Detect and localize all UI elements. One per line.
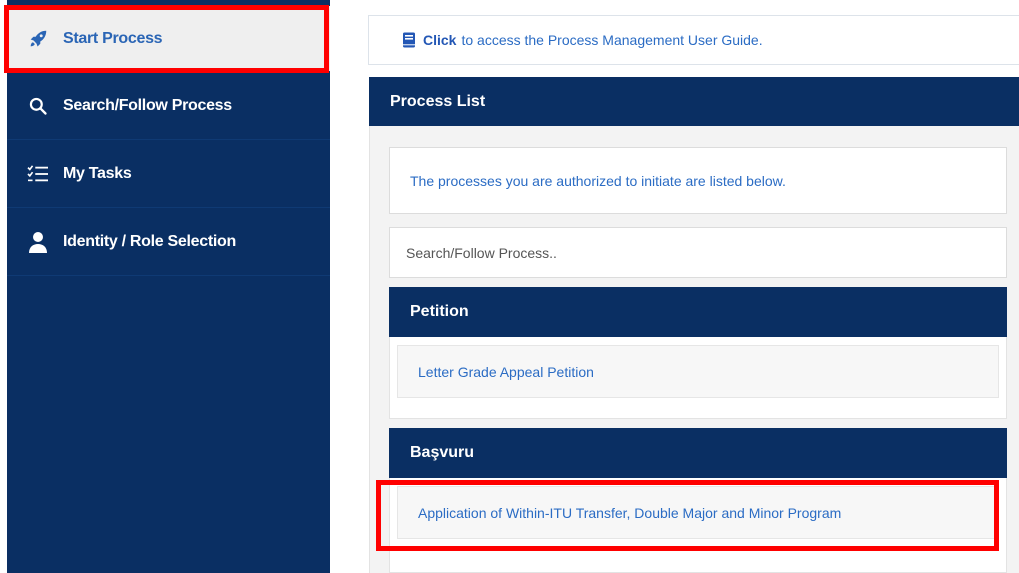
process-item-itu-transfer-application[interactable]: Application of Within-ITU Transfer, Doub… xyxy=(397,486,999,539)
search-process-input[interactable] xyxy=(389,227,1007,278)
group-header-basvuru: Başvuru xyxy=(389,428,1007,478)
sidebar-item-label: My Tasks xyxy=(63,164,132,182)
process-item-label: Application of Within-ITU Transfer, Doub… xyxy=(418,504,842,521)
sidebar-item-label: Search/Follow Process xyxy=(63,96,232,114)
sidebar-item-label: Start Process xyxy=(63,29,163,47)
group-title: Petition xyxy=(410,303,469,320)
process-list-title: Process List xyxy=(390,92,486,110)
book-icon xyxy=(402,32,416,48)
sidebar-item-start-process[interactable]: Start Process xyxy=(7,6,330,72)
process-item-label: Letter Grade Appeal Petition xyxy=(418,363,594,380)
sidebar-item-identity-role[interactable]: Identity / Role Selection xyxy=(7,208,330,276)
sidebar-item-search-follow[interactable]: Search/Follow Process xyxy=(7,72,330,140)
rocket-icon xyxy=(27,28,49,50)
process-item-letter-grade-appeal[interactable]: Letter Grade Appeal Petition xyxy=(397,345,999,398)
process-list-header: Process List xyxy=(369,77,1019,126)
sidebar-item-my-tasks[interactable]: My Tasks xyxy=(7,140,330,208)
task-list-icon xyxy=(27,163,49,185)
group-header-petition: Petition xyxy=(389,287,1007,337)
sidebar: Start Process Search/Follow Process My T… xyxy=(7,0,330,573)
user-guide-link[interactable]: Click xyxy=(423,32,456,48)
user-guide-banner: Click to access the Process Management U… xyxy=(368,15,1019,65)
user-guide-text: to access the Process Management User Gu… xyxy=(461,32,763,48)
group-title: Başvuru xyxy=(410,444,475,461)
sidebar-item-label: Identity / Role Selection xyxy=(63,232,236,250)
user-icon xyxy=(27,231,49,253)
search-icon xyxy=(27,95,49,117)
info-message: The processes you are authorized to init… xyxy=(389,147,1007,214)
info-text: The processes you are authorized to init… xyxy=(410,172,786,189)
